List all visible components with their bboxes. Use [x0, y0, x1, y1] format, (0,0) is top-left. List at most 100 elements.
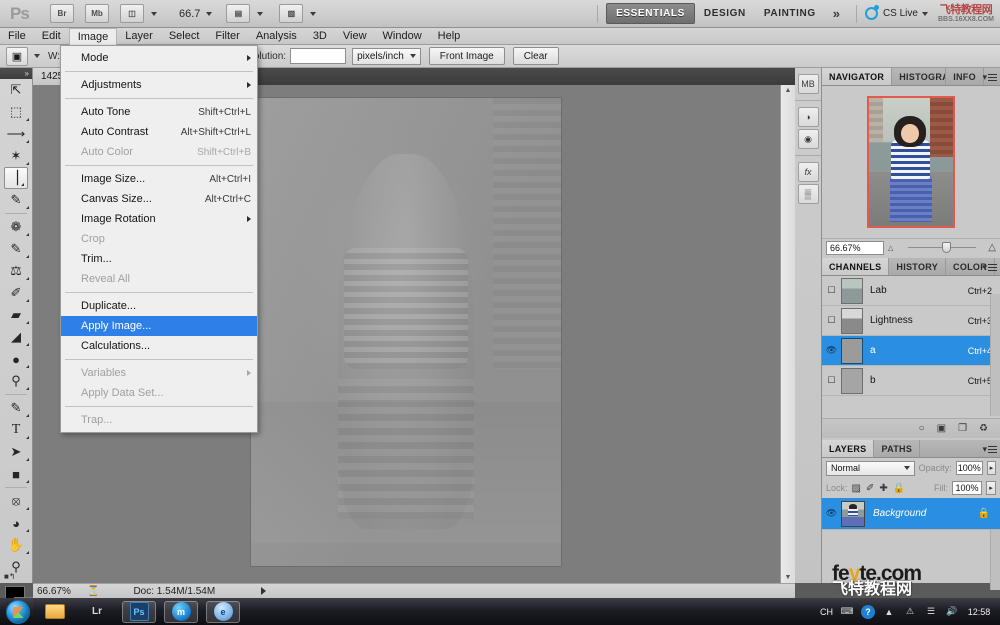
tab-paths[interactable]: PATHS: [874, 440, 920, 457]
default-colors-icon[interactable]: ■↰: [4, 572, 16, 581]
eraser-tool[interactable]: ▰: [0, 304, 32, 326]
tool-preset-chevron-down-icon[interactable]: [34, 54, 40, 58]
lasso-tool[interactable]: ⟶: [0, 123, 32, 145]
start-button[interactable]: [6, 600, 30, 624]
3d-camera-tool[interactable]: ◕: [0, 512, 32, 534]
masks-icon[interactable]: ◉: [798, 129, 819, 149]
save-selection-icon[interactable]: ▣: [937, 423, 946, 434]
move-tool[interactable]: ⇱: [0, 79, 32, 101]
channel-row-b[interactable]: ☐ b Ctrl+5: [822, 366, 1000, 396]
slider-knob[interactable]: [942, 242, 951, 253]
crop-tool[interactable]: ⎟: [4, 167, 28, 189]
menu-item-trim[interactable]: Trim...: [61, 249, 257, 269]
fill-input[interactable]: 100%: [952, 481, 982, 495]
clone-stamp-tool[interactable]: ⚖: [0, 260, 32, 282]
menu-view[interactable]: View: [335, 28, 375, 44]
opacity-input[interactable]: 100%: [956, 461, 983, 475]
menu-file[interactable]: File: [0, 28, 34, 44]
lock-position-icon[interactable]: ✚: [879, 483, 887, 494]
path-selection-tool[interactable]: ➤: [0, 441, 32, 463]
taskbar-maxthon[interactable]: m: [164, 601, 198, 623]
tab-layers[interactable]: LAYERS: [822, 440, 874, 457]
layer-row-background[interactable]: 👁 Background 🔒: [822, 498, 1000, 530]
tab-history[interactable]: HISTORY: [889, 258, 946, 275]
workspace-tab-painting[interactable]: PAINTING: [755, 4, 825, 23]
new-channel-icon[interactable]: ❐: [958, 423, 967, 434]
spot-healing-tool[interactable]: ❁: [0, 216, 32, 238]
menu-item-auto-contrast[interactable]: Auto ContrastAlt+Shift+Ctrl+L: [61, 122, 257, 142]
menu-item-mode[interactable]: Mode: [61, 48, 257, 68]
workspace-more-button[interactable]: »: [825, 6, 848, 21]
delete-channel-icon[interactable]: ♻: [979, 423, 988, 434]
menu-analysis[interactable]: Analysis: [248, 28, 305, 44]
action-center-icon[interactable]: ⚠: [903, 605, 917, 619]
eyedropper-tool[interactable]: ✎: [0, 189, 32, 211]
lock-transparency-icon[interactable]: ▨: [852, 483, 861, 494]
navigator-zoom-slider[interactable]: △ △: [888, 241, 996, 255]
channel-visibility-icon[interactable]: ☐: [822, 285, 841, 296]
type-tool[interactable]: T: [0, 419, 32, 441]
menu-item-calculations[interactable]: Calculations...: [61, 336, 257, 356]
blend-mode-select[interactable]: Normal: [826, 461, 915, 476]
3d-object-rotate-tool[interactable]: ⦻: [0, 490, 32, 512]
adjustments-icon[interactable]: ◑: [798, 107, 819, 127]
opacity-stepper[interactable]: ▸: [987, 461, 996, 475]
blur-tool[interactable]: ●: [0, 348, 32, 370]
arrange-documents-button[interactable]: ▤: [226, 4, 263, 23]
menu-item-apply-image[interactable]: Apply Image...: [61, 316, 257, 336]
clock[interactable]: 12:58: [966, 607, 992, 617]
canvas-vertical-scrollbar[interactable]: ▲ ▼: [780, 85, 795, 583]
history-brush-tool[interactable]: ✐: [0, 282, 32, 304]
channel-visibility-icon[interactable]: ☐: [822, 315, 841, 326]
brush-tool[interactable]: ✎: [0, 238, 32, 260]
hand-tool[interactable]: ✋: [0, 534, 32, 556]
status-menu-icon[interactable]: [261, 587, 266, 595]
quick-selection-tool[interactable]: ✶: [0, 145, 32, 167]
menu-image[interactable]: Image: [69, 28, 118, 45]
tray-expand-icon[interactable]: ▲: [882, 605, 896, 619]
navigator-thumbnail[interactable]: [867, 96, 955, 228]
menu-item-duplicate[interactable]: Duplicate...: [61, 296, 257, 316]
load-selection-icon[interactable]: ○: [919, 423, 925, 434]
channel-row-a[interactable]: 👁 a Ctrl+4: [822, 336, 1000, 366]
menu-select[interactable]: Select: [161, 28, 208, 44]
workspace-tab-essentials[interactable]: ESSENTIALS: [606, 3, 695, 24]
tab-navigator[interactable]: NAVIGATOR: [822, 68, 892, 85]
taskbar-photoshop[interactable]: Ps: [122, 601, 156, 623]
marquee-tool[interactable]: ⬚: [0, 101, 32, 123]
screen-mode-button[interactable]: ▧: [279, 4, 316, 23]
channels-scrollbar[interactable]: [990, 294, 1000, 416]
menu-layer[interactable]: Layer: [117, 28, 161, 44]
volume-icon[interactable]: 🔊: [945, 605, 959, 619]
taskbar-browser[interactable]: e: [206, 601, 240, 623]
help-icon[interactable]: ?: [861, 605, 875, 619]
layer-visibility-icon[interactable]: 👁: [822, 508, 841, 519]
ime-keyboard-icon[interactable]: ⌨: [840, 605, 854, 619]
clear-button[interactable]: Clear: [513, 47, 559, 65]
ime-indicator[interactable]: CH: [820, 607, 833, 617]
canvas-image[interactable]: [250, 97, 562, 567]
tab-info[interactable]: INFO: [946, 68, 984, 85]
menu-item-auto-tone[interactable]: Auto ToneShift+Ctrl+L: [61, 102, 257, 122]
menu-filter[interactable]: Filter: [207, 28, 247, 44]
menu-item-image-rotation[interactable]: Image Rotation: [61, 209, 257, 229]
tab-channels[interactable]: CHANNELS: [822, 258, 889, 275]
scroll-down-icon[interactable]: ▼: [781, 574, 795, 581]
tools-panel-collapse-handle[interactable]: »: [0, 68, 32, 79]
styles-icon[interactable]: fx: [798, 162, 819, 182]
view-extras-button[interactable]: ◫: [120, 4, 157, 23]
workspace-tab-design[interactable]: DESIGN: [695, 4, 755, 23]
layers-scrollbar[interactable]: [990, 530, 1000, 590]
channel-row-lab[interactable]: ☐ Lab Ctrl+2: [822, 276, 1000, 306]
scroll-up-icon[interactable]: ▲: [781, 87, 795, 94]
taskbar-lightroom[interactable]: Lr: [80, 601, 114, 623]
tab-histogram[interactable]: HISTOGRAM: [892, 68, 946, 85]
mini-bridge-button[interactable]: Mb: [85, 4, 112, 23]
channel-row-lightness[interactable]: ☐ Lightness Ctrl+3: [822, 306, 1000, 336]
navigator-zoom-input[interactable]: 66.67%: [826, 241, 884, 255]
crop-tool-icon[interactable]: ▣: [6, 47, 28, 66]
zoom-in-icon[interactable]: △: [988, 242, 996, 253]
menu-edit[interactable]: Edit: [34, 28, 69, 44]
bridge-button[interactable]: Br: [50, 4, 77, 23]
layers-panel-menu-icon[interactable]: ▾: [982, 444, 997, 455]
